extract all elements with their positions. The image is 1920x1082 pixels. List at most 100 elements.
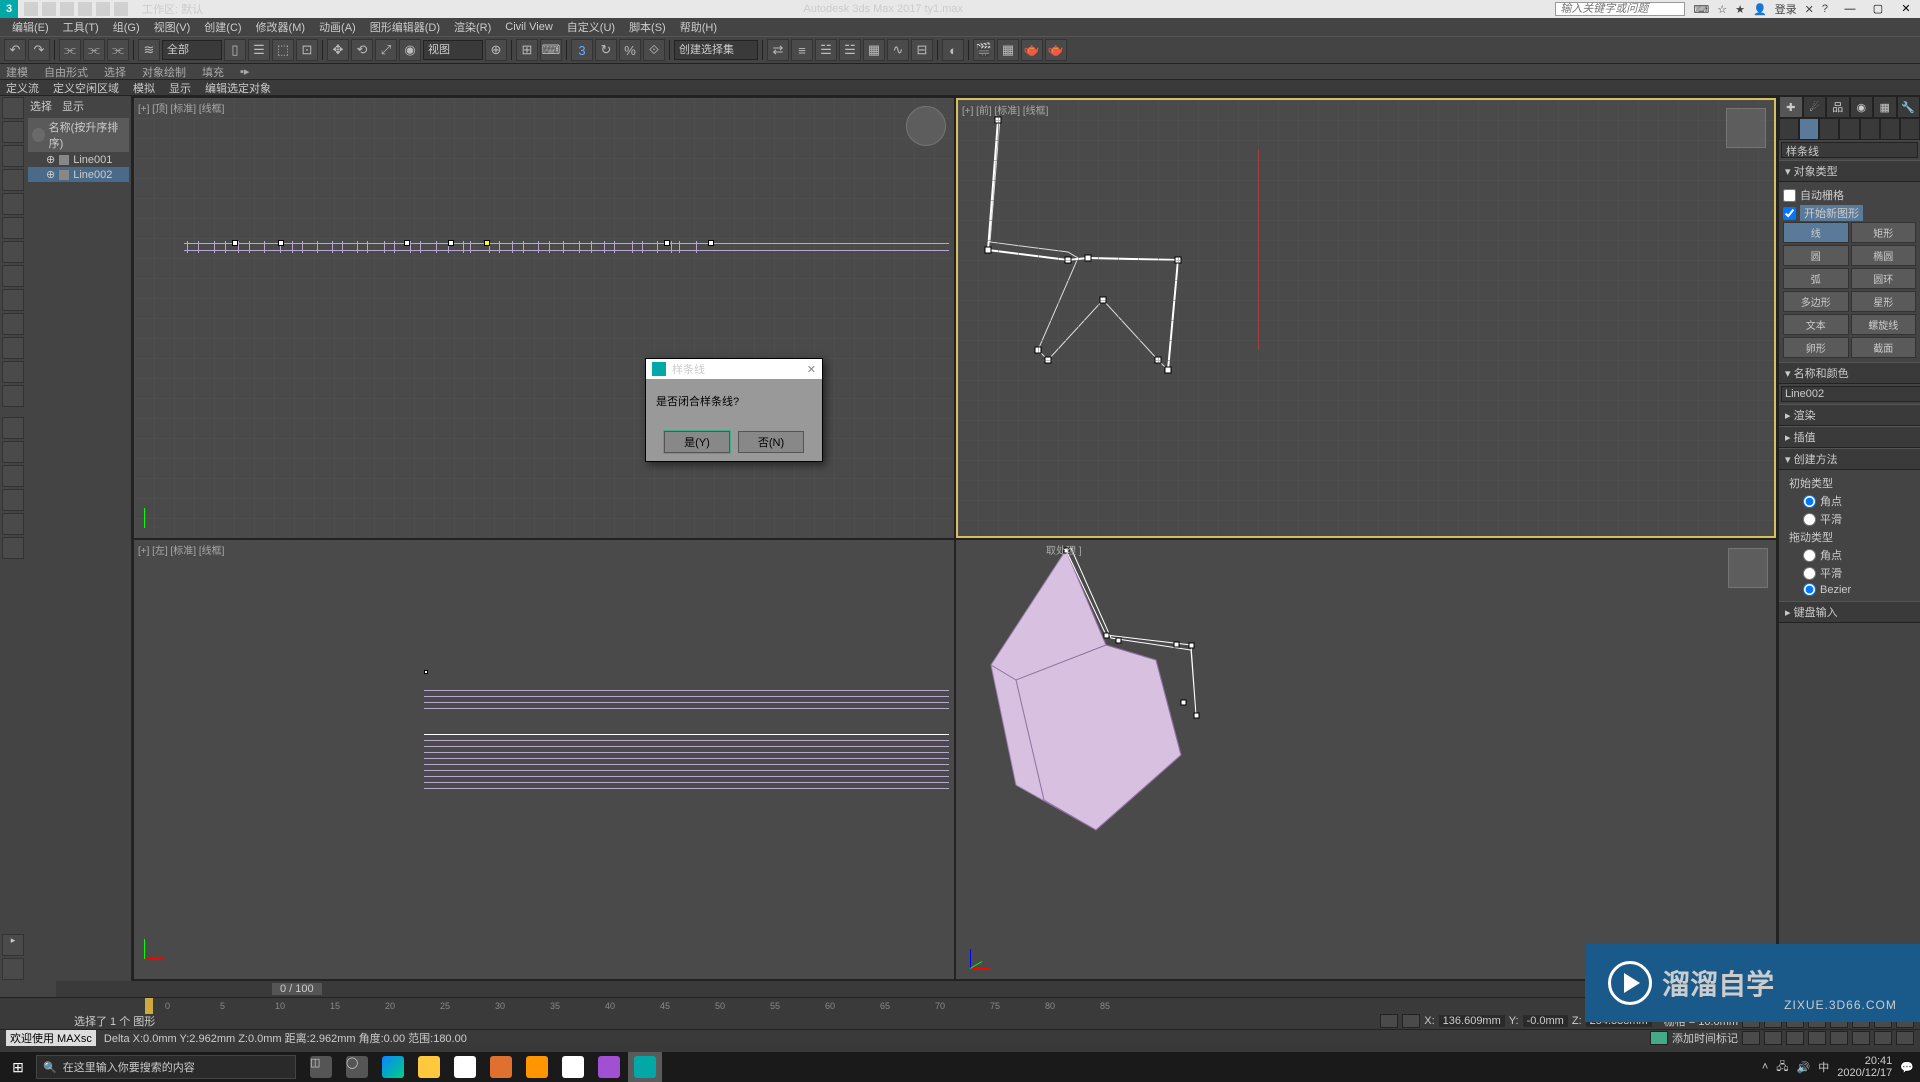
rollout-render-header[interactable]: ▸ 渲染 [1779,404,1920,426]
rollout-objtype-header[interactable]: ▾ 对象类型 [1779,160,1920,182]
nav-x1[interactable] [1874,1031,1892,1045]
viewport-left[interactable]: [+] [左] [标准] [线框] [134,540,954,980]
left-btn-15[interactable] [2,441,24,463]
tray-vol-icon[interactable]: 🔊 [1797,1061,1811,1074]
tray-up-icon[interactable]: ˄ [1762,1061,1768,1073]
pivot-button[interactable]: ⊕ [485,39,507,61]
move-button[interactable]: ✥ [327,39,349,61]
x-value[interactable]: 136.609mm [1439,1015,1505,1027]
timetag-icon[interactable] [1650,1031,1668,1045]
left-btn-13[interactable] [2,385,24,407]
object-name-input[interactable] [1781,386,1920,402]
nav-max[interactable] [1852,1031,1870,1045]
taskview-button[interactable]: ◫ [304,1052,338,1082]
star-icon[interactable]: ☆ [1717,3,1727,16]
viewport-label[interactable]: [+] [左] [标准] [线框] [138,542,224,557]
redo-button[interactable]: ↷ [28,39,50,61]
link-button[interactable]: ⫘ [59,39,81,61]
app-3dsmax[interactable] [628,1052,662,1082]
app-logo[interactable]: 3 [0,0,18,18]
viewcube[interactable] [906,106,946,146]
pctsnap-button[interactable]: % [619,39,641,61]
left-btn-17[interactable] [2,489,24,511]
named-selset[interactable]: 创建选择集 [674,40,758,60]
menu-grapheditors[interactable]: 图形编辑器(D) [364,19,446,35]
left-btn-4[interactable] [2,169,24,191]
obj-section[interactable]: 截面 [1851,337,1917,358]
app-edge[interactable] [376,1052,410,1082]
left-btn-16[interactable] [2,465,24,487]
layerexp-button[interactable]: ☱ [839,39,861,61]
app-explorer[interactable] [412,1052,446,1082]
selfilter-button[interactable]: ≋ [138,39,160,61]
cortana-button[interactable]: ◯ [340,1052,374,1082]
viewport-label[interactable]: [+] [顶] [标准] [线框] [138,100,224,115]
left-btn-2[interactable] [2,121,24,143]
scene-sort-header[interactable]: 名称(按升序排序) [28,118,129,152]
time-marker[interactable] [145,998,153,1014]
menu-script[interactable]: 脚本(S) [623,19,672,35]
scene-tab-display[interactable]: 显示 [62,98,84,114]
menu-modifiers[interactable]: 修改器(M) [250,19,312,35]
viewport-front[interactable]: [+] [前] [标准] [线框] [956,98,1776,538]
left-btn-5[interactable] [2,193,24,215]
spinner-button[interactable]: ⟐ [643,39,665,61]
taskbar-clock[interactable]: 20:41 2020/12/17 [1837,1055,1892,1079]
selection-filter[interactable]: 全部 [162,40,222,60]
abs-button[interactable] [1402,1014,1420,1028]
menu-view[interactable]: 视图(V) [148,19,197,35]
obj-rect[interactable]: 矩形 [1851,222,1917,243]
snap-button[interactable]: 3 [571,39,593,61]
tab-display[interactable]: ▦ [1873,96,1897,118]
startshape-checkbox[interactable] [1783,207,1796,220]
nav-zoomall[interactable] [1830,1031,1848,1045]
qat-redo-icon[interactable] [96,2,110,16]
layer-button[interactable]: ☱ [815,39,837,61]
sub-systems[interactable] [1900,118,1920,140]
viewcube[interactable] [1726,108,1766,148]
obj-line[interactable]: 线 [1783,222,1849,243]
nav-pan[interactable] [1742,1031,1760,1045]
obj-ellipse[interactable]: 椭圆 [1851,245,1917,266]
notifications-icon[interactable]: 💬 [1900,1061,1914,1074]
sub-spacewarps[interactable] [1880,118,1900,140]
rollout-interp-header[interactable]: ▸ 插值 [1779,426,1920,448]
qat-new-icon[interactable] [24,2,38,16]
app-paint[interactable] [448,1052,482,1082]
anglesnap-button[interactable]: ↻ [595,39,617,61]
ref-coord[interactable]: 视图 [423,40,483,60]
nav-zoom[interactable] [1786,1031,1804,1045]
scene-tab-select[interactable]: 选择 [30,98,52,114]
rollout-method-header[interactable]: ▾ 创建方法 [1779,448,1920,470]
tab-motion[interactable]: ◉ [1850,96,1874,118]
tray-ime-icon[interactable]: 中 [1818,1059,1829,1075]
left-btn-18[interactable] [2,513,24,535]
y-value[interactable]: -0.0mm [1523,1015,1568,1027]
renderprod-button[interactable]: 🫖 [1045,39,1067,61]
left-btn-1[interactable] [2,97,24,119]
sub-cameras[interactable] [1839,118,1859,140]
nav-x2[interactable] [1896,1031,1914,1045]
menu-animation[interactable]: 动画(A) [313,19,362,35]
left-btn-19[interactable] [2,537,24,559]
maximize-button[interactable]: ▢ [1864,0,1892,18]
tab-utilities[interactable]: 🔧 [1897,96,1920,118]
obj-star[interactable]: 星形 [1851,291,1917,312]
placement-button[interactable]: ◉ [399,39,421,61]
sub-editsel[interactable]: 编辑选定对象 [205,80,271,96]
ribbon-freeform[interactable]: 自由形式 [44,64,88,80]
ribbon-button[interactable]: ▦ [863,39,885,61]
viewport-label[interactable]: 取处理 ] [1046,542,1082,557]
undo-button[interactable]: ↶ [4,39,26,61]
left-btn-11[interactable] [2,337,24,359]
obj-egg[interactable]: 卵形 [1783,337,1849,358]
nav-fov[interactable] [1808,1031,1826,1045]
app-firefox[interactable] [520,1052,554,1082]
left-btn-10[interactable] [2,313,24,335]
left-btn-9[interactable] [2,289,24,311]
sub-shapes[interactable] [1799,118,1819,140]
menu-help[interactable]: 帮助(H) [674,19,723,35]
help-search-input[interactable] [1555,2,1685,16]
tray-net-icon[interactable]: 🖧 [1776,1058,1788,1077]
help-icon[interactable]: ? [1822,3,1828,15]
